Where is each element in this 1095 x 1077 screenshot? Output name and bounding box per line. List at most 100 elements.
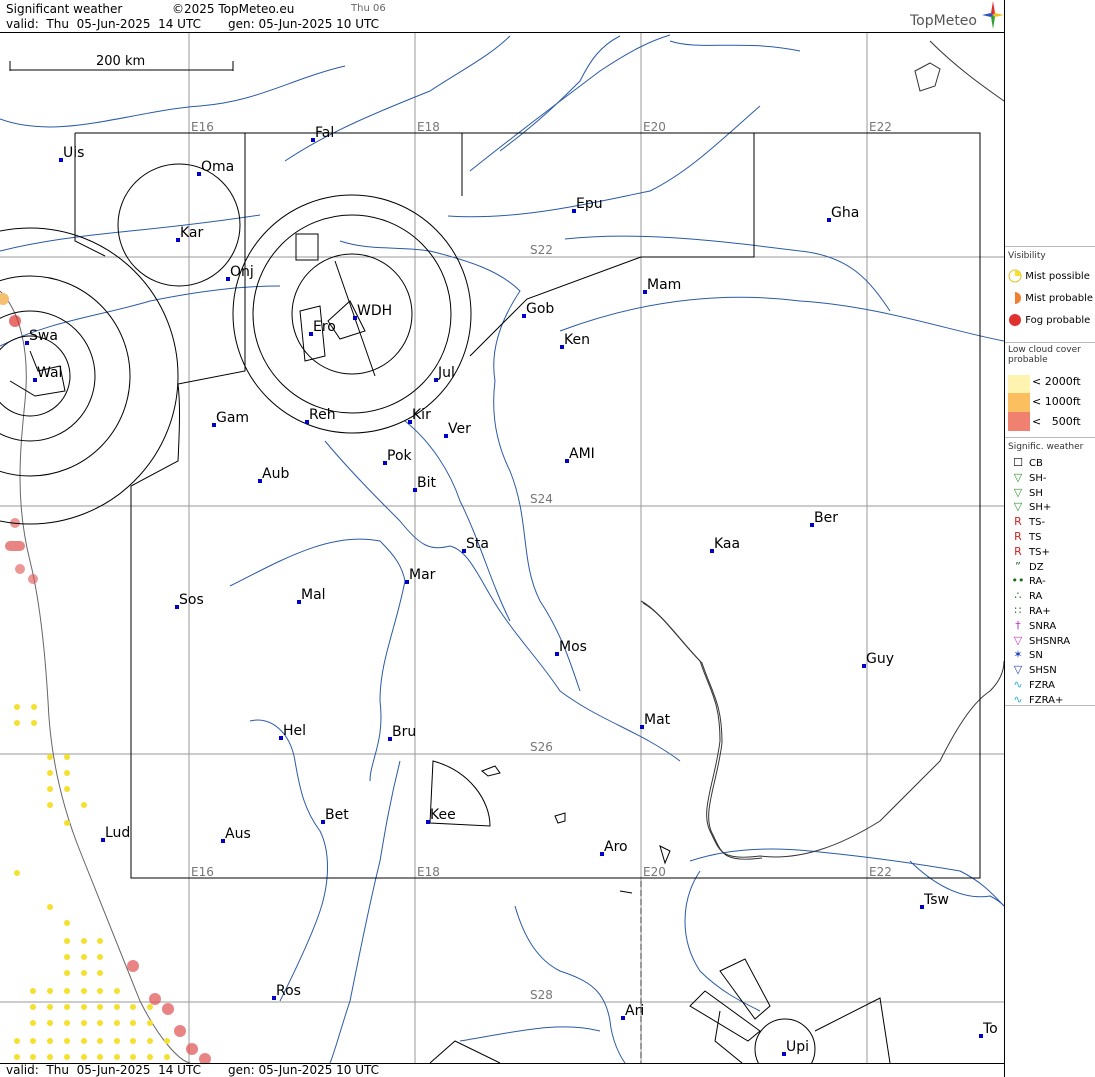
lat-label: S22 [530,243,553,257]
place-label[interactable]: Bet [325,807,349,823]
legend-visibility-title: Visibility [1008,251,1046,261]
place-label[interactable]: Ken [564,332,590,348]
airspace-boundaries [0,132,981,1063]
place-label[interactable]: Ver [448,421,471,437]
place-label[interactable]: Aus [225,826,251,842]
legend-low-cloud-title: Low cloud cover probable [1008,345,1081,365]
place-label[interactable]: Mos [559,639,587,655]
place-label[interactable]: To [982,1021,998,1037]
rivers [0,34,1004,1063]
place-label[interactable]: AMI [569,446,595,462]
lat-label: S28 [530,988,553,1002]
place-label[interactable]: Guy [866,651,894,667]
place-label[interactable]: Gha [831,205,859,221]
scale-label: 200 km [96,54,145,69]
place-label[interactable]: Gob [526,301,554,317]
lon-label-bottom: E18 [417,865,440,879]
place-label[interactable]: Mat [644,712,671,728]
place-label[interactable]: Upi [786,1039,809,1055]
map-canvas[interactable]: E16 E18 E20 E22 E16 E18 E20 E22 S22 S24 … [0,32,1004,1064]
place-label[interactable]: Kir [412,407,431,423]
place-label[interactable]: Ros [276,983,301,999]
cb-icon: ☐ [1013,456,1023,469]
sigwx-item-snra: † SNRA [1011,619,1056,632]
sigwx-item-shsnra: ▽ SHSNRA [1011,634,1070,647]
sigwx-item-dz: ” DZ [1011,559,1043,573]
sigwx-item-ra: ∴ RA [1011,589,1043,603]
snow-shower-icon: ▽ [1013,663,1023,677]
place-label[interactable]: Uis [63,145,84,161]
low-cloud-500-item: < 500ft [1032,415,1081,428]
place-label[interactable]: Ber [814,510,838,526]
place-label[interactable]: Bru [392,724,416,740]
place-label[interactable]: Lud [105,825,130,841]
lon-label-bottom: E20 [643,865,666,879]
place-label[interactable]: Pok [387,448,413,464]
lon-label-bottom: E16 [191,865,214,879]
snow-icon: ✶ [1013,648,1023,662]
legend-panel: Visibility Mist possible Mist probable F… [1004,0,1095,1077]
day-tag: Thu 06 [351,3,386,14]
place-label[interactable]: Swa [29,328,58,344]
thunderstorm-light-icon: R [1014,515,1022,529]
sigwx-item-sh-: ▽ SH+ [1011,500,1051,513]
place-label[interactable]: Gam [216,410,249,426]
lat-label: S24 [530,492,553,506]
mist-possible-item: Mist possible [1008,269,1090,283]
legend-sigwx: Signific. weather ☐ CB ▽ SH- ▽ SH ▽ SH+ R TS- R TS R… [1005,437,1095,706]
mist-probable-item: Mist probable [1008,291,1093,305]
lon-label-top: E22 [869,120,892,134]
drizzle-icon: ” [1015,559,1021,573]
place-label[interactable]: Reh [309,407,336,423]
place-label[interactable]: Oma [201,159,234,175]
lon-label-top: E18 [417,120,440,134]
place-label[interactable]: Onj [230,264,254,280]
low-cloud-1000-item: < 1000ft [1032,395,1081,408]
place-label[interactable]: Mar [409,567,436,583]
freezing-rain-heavy-icon: ∿ [1013,692,1023,706]
lat-label: S26 [530,740,553,754]
place-label[interactable]: Sta [466,536,489,552]
sleet-shower-icon: ▽ [1013,633,1023,647]
place-label[interactable]: Kar [180,225,204,241]
place-label[interactable]: Fal [315,125,334,141]
rain-icon: ∴ [1014,589,1022,603]
place-label[interactable]: Sos [179,592,204,608]
place-label[interactable]: Epu [576,196,603,212]
fog-probable-item: Fog probable [1008,313,1090,327]
sigwx-item-fzra-: ∿ FZRA+ [1011,693,1063,706]
low-cloud-gradient-icon [1008,375,1030,431]
places-layer: Uis Fal Oma Kar Epu Gha Onj Mam Swa WDH Gob Ero Ken W… [25,125,998,1056]
place-label[interactable]: Kaa [714,536,740,552]
place-label[interactable]: Hel [283,723,306,739]
place-label[interactable]: Kee [430,807,456,823]
lon-label-top: E20 [643,120,666,134]
place-label[interactable]: Aro [604,839,628,855]
map-svg: E16 E18 E20 E22 E16 E18 E20 E22 S22 S24 … [0,33,1004,1063]
place-label[interactable]: Bit [417,475,436,491]
place-label[interactable]: Jul [437,365,455,381]
sigwx-item-sh: ▽ SH [1011,486,1043,499]
freezing-rain-icon: ∿ [1013,678,1023,691]
place-label[interactable]: Wal [37,365,62,381]
place-label[interactable]: Aub [262,466,289,482]
place-label[interactable]: Ero [313,319,336,335]
lon-label-top: E16 [191,120,214,134]
place-label[interactable]: Ari [625,1003,644,1019]
sigwx-item-ts-: R TS- [1011,515,1045,528]
place-label[interactable]: WDH [357,303,392,319]
copyright: ©2025 TopMeteo.eu [172,2,295,16]
place-label[interactable]: Mam [647,277,681,293]
valid-time: valid: Thu 05-Jun-2025 14 UTC [6,17,201,31]
scale-bar: 200 km [9,54,234,71]
legend-low-cloud: Low cloud cover probable < 2000ft < 1000… [1005,342,1095,435]
place-label[interactable]: Tsw [923,892,949,908]
place-label[interactable]: Mal [301,587,326,603]
country-borders [0,40,1004,1063]
shower-icon: ▽ [1013,485,1023,499]
legend-sigwx-title: Signific. weather [1008,442,1084,452]
brand-logo[interactable]: TopMeteo [910,1,1004,29]
sigwx-map-page: Significant weather ©2025 TopMeteo.eu Th… [0,0,1095,1077]
shower-light-icon: ▽ [1013,470,1023,484]
shower-heavy-icon: ▽ [1013,500,1023,514]
